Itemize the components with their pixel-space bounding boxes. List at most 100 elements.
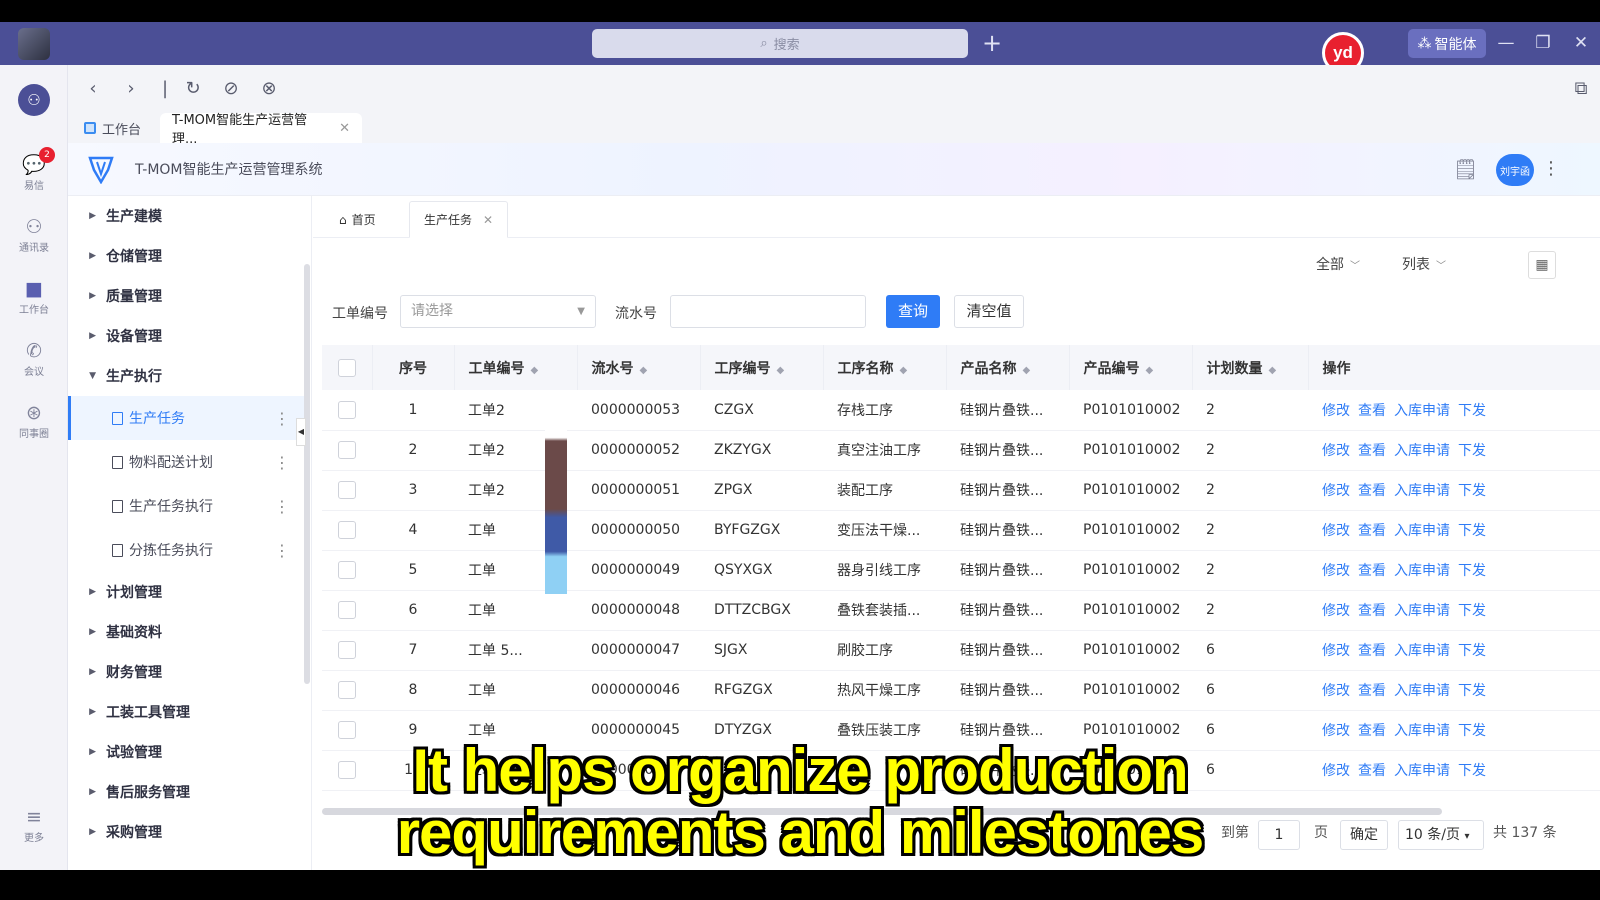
menu-item-production-task[interactable]: 生产任务 ⋮ bbox=[68, 396, 304, 440]
user-avatar[interactable]: 刘宇函 bbox=[1496, 154, 1534, 186]
col-serial[interactable]: 流水号 ◆ bbox=[577, 345, 701, 390]
ai-agent-button[interactable]: ⁂ 智能体 bbox=[1408, 29, 1486, 58]
dispatch-link[interactable]: 下发 bbox=[1458, 643, 1486, 659]
more-vertical-icon[interactable]: ⋮ bbox=[1542, 155, 1560, 183]
edit-link[interactable]: 修改 bbox=[1322, 403, 1350, 419]
edit-link[interactable]: 修改 bbox=[1322, 683, 1350, 699]
grid-layout-icon[interactable]: ▦ bbox=[1528, 251, 1556, 279]
menu-group[interactable]: ▶ 工装工具管理 bbox=[68, 692, 312, 732]
menu-group[interactable]: ▶ 生产建模 bbox=[68, 196, 312, 236]
more-vertical-icon[interactable]: ⋮ bbox=[274, 409, 290, 428]
col-proc-code[interactable]: 工序编号 ◆ bbox=[700, 345, 824, 390]
serial-input[interactable] bbox=[670, 295, 866, 328]
menu-item-task-execution[interactable]: 生产任务执行 ⋮ bbox=[68, 484, 304, 528]
view-link[interactable]: 查看 bbox=[1358, 563, 1386, 579]
tab-tmom[interactable]: T-MOM智能生产运营管理... ✕ bbox=[160, 113, 362, 147]
edit-link[interactable]: 修改 bbox=[1322, 523, 1350, 539]
row-checkbox[interactable] bbox=[322, 630, 372, 671]
more-vertical-icon[interactable]: ⋮ bbox=[274, 541, 290, 560]
external-window-icon[interactable]: ⧉ bbox=[1568, 77, 1594, 101]
scope-select[interactable]: 全部 ﹀ bbox=[1316, 254, 1360, 274]
table-row[interactable]: 6 工单 0000000048 DTTZCBGX 叠铁套装插... 硅钢片叠铁... P01… bbox=[322, 590, 1600, 631]
dispatch-link[interactable]: 下发 bbox=[1458, 483, 1486, 499]
stock-in-link[interactable]: 入库申请 bbox=[1394, 563, 1450, 579]
menu-item-material-plan[interactable]: 物料配送计划 ⋮ bbox=[68, 440, 304, 484]
dispatch-link[interactable]: 下发 bbox=[1458, 683, 1486, 699]
more-vertical-icon[interactable]: ⋮ bbox=[274, 497, 290, 516]
view-link[interactable]: 查看 bbox=[1358, 643, 1386, 659]
row-checkbox[interactable] bbox=[322, 510, 372, 551]
table-row[interactable]: 2 工单2 0000000052 ZKZYGX 真空注油工序 硅钢片叠铁... P01010… bbox=[322, 430, 1600, 471]
menu-scrollbar[interactable] bbox=[304, 264, 310, 684]
menu-group[interactable]: ▶ 仓储管理 bbox=[68, 236, 312, 276]
collapse-menu-icon[interactable]: ◀ bbox=[296, 418, 306, 446]
col-order[interactable]: 工单编号 ◆ bbox=[454, 345, 578, 390]
forward-icon[interactable]: › bbox=[118, 77, 144, 101]
dispatch-link[interactable]: 下发 bbox=[1458, 523, 1486, 539]
link-icon[interactable]: ⊗ bbox=[256, 77, 282, 101]
close-tab-icon[interactable]: ✕ bbox=[483, 213, 493, 227]
edit-link[interactable]: 修改 bbox=[1322, 603, 1350, 619]
row-checkbox[interactable] bbox=[322, 430, 372, 471]
row-checkbox[interactable] bbox=[322, 590, 372, 631]
menu-group[interactable]: ▶ 质量管理 bbox=[68, 276, 312, 316]
col-proc-name[interactable]: 工序名称 ◆ bbox=[823, 345, 947, 390]
view-link[interactable]: 查看 bbox=[1358, 603, 1386, 619]
edit-link[interactable]: 修改 bbox=[1322, 643, 1350, 659]
stock-in-link[interactable]: 入库申请 bbox=[1394, 483, 1450, 499]
order-select[interactable]: 请选择 ▼ bbox=[400, 295, 596, 328]
menu-group[interactable]: ▶ 基础资料 bbox=[68, 612, 312, 652]
row-checkbox[interactable] bbox=[322, 670, 372, 711]
stock-in-link[interactable]: 入库申请 bbox=[1394, 643, 1450, 659]
stock-in-link[interactable]: 入库申请 bbox=[1394, 403, 1450, 419]
edit-link[interactable]: 修改 bbox=[1322, 563, 1350, 579]
view-link[interactable]: 查看 bbox=[1358, 523, 1386, 539]
menu-item-sorting-execution[interactable]: 分拣任务执行 ⋮ bbox=[68, 528, 304, 572]
rail-item-messages[interactable]: 💬 2 易信 bbox=[0, 147, 68, 192]
rail-item-workbench[interactable]: ■ 工作台 bbox=[0, 277, 68, 316]
query-button[interactable]: 查询 bbox=[886, 295, 940, 328]
stock-in-link[interactable]: 入库申请 bbox=[1394, 523, 1450, 539]
close-tab-icon[interactable]: ✕ bbox=[339, 121, 350, 136]
col-product[interactable]: 产品名称 ◆ bbox=[946, 345, 1070, 390]
view-link[interactable]: 查看 bbox=[1358, 683, 1386, 699]
view-mode-select[interactable]: 列表 ﹀ bbox=[1402, 254, 1446, 274]
dispatch-link[interactable]: 下发 bbox=[1458, 723, 1486, 739]
view-link[interactable]: 查看 bbox=[1358, 723, 1386, 739]
dispatch-link[interactable]: 下发 bbox=[1458, 563, 1486, 579]
dispatch-link[interactable]: 下发 bbox=[1458, 603, 1486, 619]
stock-in-link[interactable]: 入库申请 bbox=[1394, 443, 1450, 459]
stock-in-link[interactable]: 入库申请 bbox=[1394, 603, 1450, 619]
edit-link[interactable]: 修改 bbox=[1322, 483, 1350, 499]
table-row[interactable]: 1 工单2 0000000053 CZGX 存栈工序 硅钢片叠铁... P010101000… bbox=[322, 390, 1600, 431]
rail-item-contacts[interactable]: ⚇ 通讯录 bbox=[0, 215, 68, 254]
restore-icon[interactable]: ❐ bbox=[1530, 28, 1556, 58]
more-vertical-icon[interactable]: ⋮ bbox=[274, 453, 290, 472]
menu-group[interactable]: ▶ 财务管理 bbox=[68, 652, 312, 692]
compass-icon[interactable]: ⊘ bbox=[218, 77, 244, 101]
tab-production-task[interactable]: 生产任务 ✕ bbox=[409, 201, 509, 238]
menu-group[interactable]: ▶ 计划管理 bbox=[68, 572, 312, 612]
select-all-checkbox[interactable] bbox=[322, 345, 373, 390]
close-icon[interactable]: ✕ bbox=[1568, 28, 1594, 58]
reset-button[interactable]: 清空值 bbox=[954, 295, 1024, 328]
table-row[interactable]: 8 工单 0000000046 RFGZGX 热风干燥工序 硅钢片叠铁... P010101… bbox=[322, 670, 1600, 711]
rail-item-moments[interactable]: ⊛ 同事圈 bbox=[0, 401, 68, 440]
tab-workbench[interactable]: 工作台 bbox=[72, 113, 153, 143]
tab-home[interactable]: ⌂ 首页 bbox=[325, 201, 390, 238]
table-row[interactable]: 5 工单 0000000049 QSYXGX 器身引线工序 硅钢片叠铁... P010101… bbox=[322, 550, 1600, 591]
rail-item-meeting[interactable]: ✆ 会议 bbox=[0, 339, 68, 378]
table-row[interactable]: 4 工单 0000000050 BYFGZGX 变压法干燥... 硅钢片叠铁... P010… bbox=[322, 510, 1600, 551]
col-qty[interactable]: 计划数量 ◆ bbox=[1192, 345, 1309, 390]
dispatch-link[interactable]: 下发 bbox=[1458, 403, 1486, 419]
stock-in-link[interactable]: 入库申请 bbox=[1394, 683, 1450, 699]
table-row[interactable]: 3 工单2 0000000051 ZPGX 装配工序 硅钢片叠铁... P010101000… bbox=[322, 470, 1600, 511]
menu-group-expanded[interactable]: ▼ 生产执行 bbox=[68, 356, 312, 396]
dispatch-link[interactable]: 下发 bbox=[1458, 443, 1486, 459]
row-checkbox[interactable] bbox=[322, 470, 372, 511]
edit-link[interactable]: 修改 bbox=[1322, 443, 1350, 459]
row-checkbox[interactable] bbox=[322, 390, 372, 431]
notice-icon[interactable]: 🗒 bbox=[1453, 157, 1478, 181]
view-link[interactable]: 查看 bbox=[1358, 483, 1386, 499]
row-checkbox[interactable] bbox=[322, 550, 372, 591]
